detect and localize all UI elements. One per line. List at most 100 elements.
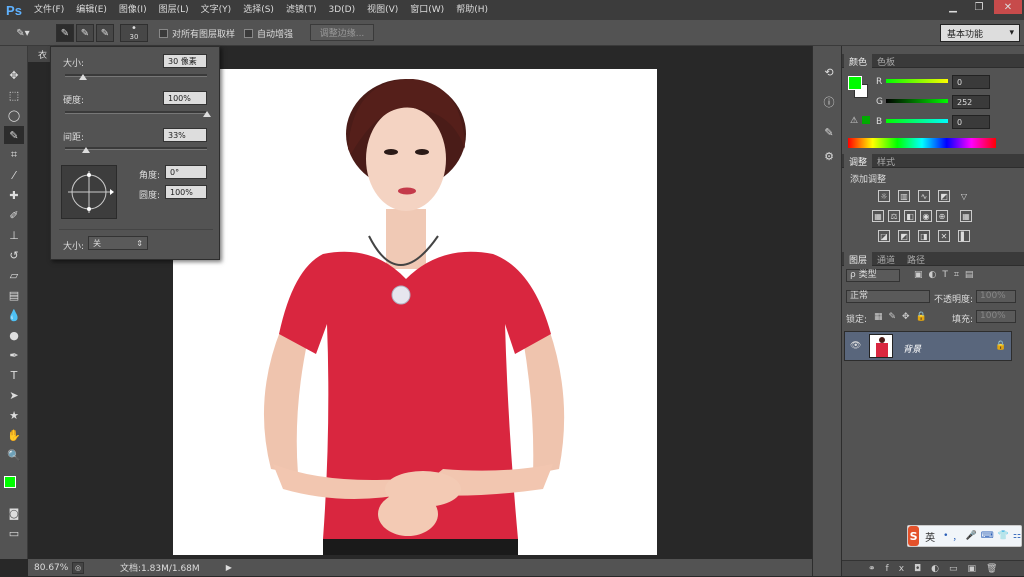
tab-channels[interactable]: 通道 — [872, 252, 900, 266]
vibrance-icon[interactable]: ▽ — [958, 190, 970, 202]
layer-name[interactable]: 背景 — [903, 342, 921, 355]
hand-tool-icon[interactable]: ✋ — [4, 426, 24, 444]
ime-keyboard-icon[interactable]: ⌨ — [981, 531, 994, 541]
menu-layer[interactable]: 图层(L) — [153, 0, 195, 20]
ime-comma-icon[interactable]: ， — [952, 530, 961, 543]
hardness-slider[interactable] — [65, 111, 207, 114]
layers-footer-icons[interactable]: ⚭fx◘◐▭▣🗑 — [842, 560, 1024, 576]
exposure-icon[interactable]: ◩ — [938, 190, 950, 202]
brush-presets-icon[interactable]: ✎ — [820, 124, 838, 140]
shape-tool-icon[interactable]: ★ — [4, 406, 24, 424]
spacing-field[interactable]: 33% — [163, 128, 207, 142]
subtract-selection-brush-icon[interactable]: ✎ — [96, 24, 114, 42]
menu-help[interactable]: 帮助(H) — [450, 0, 494, 20]
workspace-select[interactable]: 基本功能 ▾ — [940, 24, 1020, 42]
history-icon[interactable]: ⟲ — [820, 64, 838, 80]
tab-adjustments[interactable]: 调整 — [844, 154, 873, 168]
status-menu-arrow-icon[interactable]: ▶ — [226, 563, 232, 572]
sogou-logo-icon[interactable]: S — [908, 526, 920, 546]
healing-brush-tool-icon[interactable]: ✚ — [4, 186, 24, 204]
hardness-slider-thumb[interactable] — [203, 111, 211, 117]
dodge-tool-icon[interactable]: ● — [4, 326, 24, 344]
history-brush-tool-icon[interactable]: ↺ — [4, 246, 24, 264]
web-safe-color-icon[interactable] — [862, 116, 870, 124]
info-icon[interactable]: ⓘ — [820, 94, 838, 110]
minimize-button[interactable]: ▁ — [940, 0, 966, 14]
menu-image[interactable]: 图像(I) — [113, 0, 153, 20]
blue-value-field[interactable]: 0 — [952, 115, 990, 129]
brush-size-slider-thumb[interactable] — [79, 74, 88, 80]
quick-selection-tool-icon[interactable]: ✎ — [4, 126, 24, 144]
color-lookup-icon[interactable]: ▦ — [960, 210, 972, 222]
gradient-tool-icon[interactable]: ▤ — [4, 286, 24, 304]
selective-color-icon[interactable]: ✕ — [938, 230, 950, 242]
black-white-icon[interactable]: ◧ — [904, 210, 916, 222]
ime-toolbox-icon[interactable]: ⚏ — [1013, 531, 1021, 541]
restore-button[interactable]: ❐ — [966, 0, 992, 14]
tab-styles[interactable]: 样式 — [872, 154, 900, 168]
share-icon[interactable]: ◎ — [72, 561, 84, 574]
brightness-contrast-icon[interactable]: ☼ — [878, 190, 890, 202]
clone-stamp-tool-icon[interactable]: ⊥ — [4, 226, 24, 244]
brush-picker-button[interactable]: • 30 — [120, 24, 148, 42]
gamut-warning-icon[interactable]: ⚠ — [850, 116, 858, 126]
brush-tool-icon[interactable]: ✐ — [4, 206, 24, 224]
spacing-slider-thumb[interactable] — [82, 147, 91, 153]
type-tool-icon[interactable]: T — [4, 366, 24, 384]
close-button[interactable]: ✕ — [994, 0, 1022, 14]
menu-type[interactable]: 文字(Y) — [195, 0, 238, 20]
pen-tool-icon[interactable]: ✒ — [4, 346, 24, 364]
tab-color[interactable]: 颜色 — [844, 54, 873, 68]
document-canvas[interactable] — [173, 69, 657, 555]
invert-icon[interactable]: ◪ — [878, 230, 890, 242]
add-to-selection-brush-icon[interactable]: ✎ — [76, 24, 94, 42]
menu-view[interactable]: 视图(V) — [361, 0, 404, 20]
color-foreground-swatch[interactable] — [848, 76, 862, 90]
red-value-field[interactable]: 0 — [952, 75, 990, 89]
tab-swatches[interactable]: 色板 — [872, 54, 900, 68]
color-spectrum-ramp[interactable] — [848, 138, 996, 148]
screen-mode-icon[interactable]: ▭ — [4, 524, 24, 542]
hardness-field[interactable]: 100% — [163, 91, 207, 105]
photo-filter-icon[interactable]: ◉ — [920, 210, 932, 222]
threshold-icon[interactable]: ◨ — [918, 230, 930, 242]
lasso-tool-icon[interactable]: ◯ — [4, 106, 24, 124]
red-slider[interactable] — [886, 79, 948, 83]
layer-row[interactable]: 👁 背景 🔒 — [844, 331, 1012, 361]
color-balance-icon[interactable]: ⚖ — [888, 210, 900, 222]
levels-icon[interactable]: ▥ — [898, 190, 910, 202]
new-selection-brush-icon[interactable]: ✎ — [56, 24, 74, 42]
quick-mask-icon[interactable]: ◙ — [4, 504, 24, 522]
fill-field[interactable]: 100% — [976, 310, 1016, 323]
menu-3d[interactable]: 3D(D) — [322, 0, 361, 20]
tab-paths[interactable]: 路径 — [902, 252, 930, 266]
blend-mode-select[interactable]: 正常 — [846, 290, 930, 303]
opacity-field[interactable]: 100% — [976, 290, 1016, 303]
hue-saturation-icon[interactable]: ▦ — [872, 210, 884, 222]
menu-window[interactable]: 窗口(W) — [404, 0, 450, 20]
ime-skin-icon[interactable]: 👕 — [998, 531, 1009, 541]
foreground-color-swatch[interactable] — [4, 476, 16, 488]
zoom-readout[interactable]: 80.67% — [34, 563, 68, 573]
roundness-field[interactable]: 100% — [165, 185, 207, 199]
ime-punctuation-icon[interactable]: • — [943, 531, 948, 541]
properties-icon[interactable]: ⚙ — [820, 148, 838, 164]
ime-language-toggle[interactable]: 英 — [925, 529, 935, 544]
zoom-tool-icon[interactable]: 🔍 — [4, 446, 24, 464]
brush-shape-preview[interactable] — [61, 165, 117, 219]
auto-enhance-checkbox[interactable]: 自动增强 — [244, 27, 293, 40]
menu-select[interactable]: 选择(S) — [237, 0, 280, 20]
brush-size-field[interactable]: 30 像素 — [163, 54, 207, 68]
posterize-icon[interactable]: ◩ — [898, 230, 910, 242]
sample-all-layers-checkbox[interactable]: 对所有图层取样 — [159, 27, 235, 40]
angle-field[interactable]: 0° — [165, 165, 207, 179]
lock-icons[interactable]: ▦✎✥🔒 — [874, 312, 933, 322]
ime-voice-icon[interactable]: 🎤 — [965, 531, 976, 541]
layer-filter-select[interactable]: ρ 类型 — [846, 269, 900, 282]
eyedropper-tool-icon[interactable]: ⁄ — [4, 166, 24, 184]
green-slider[interactable] — [886, 99, 948, 103]
menu-file[interactable]: 文件(F) — [28, 0, 70, 20]
curves-icon[interactable]: ∿ — [918, 190, 930, 202]
size-control-select[interactable]: 关 ⇕ — [88, 236, 148, 250]
quick-select-tool-preset-icon[interactable]: ✎▾ — [14, 24, 32, 42]
